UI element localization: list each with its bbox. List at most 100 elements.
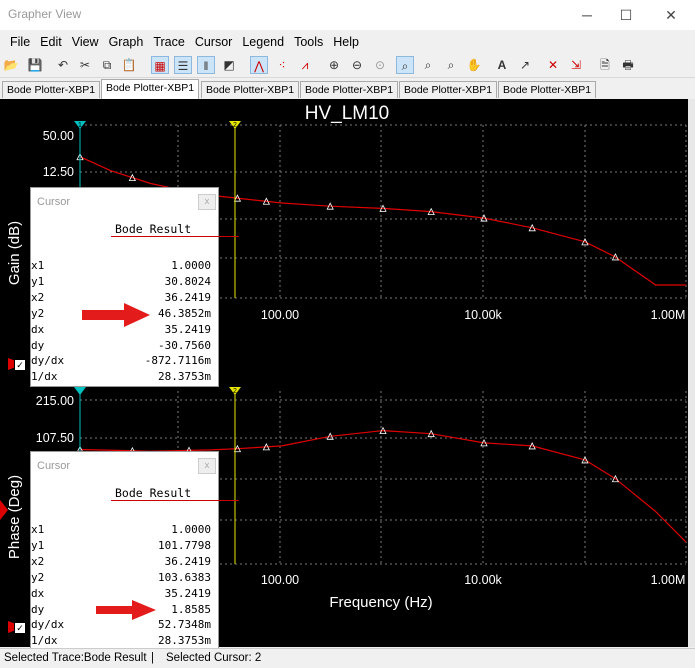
menu-trace[interactable]: Trace (148, 31, 190, 53)
tab-bode-plotter[interactable]: Bode Plotter-XBP1 (399, 81, 498, 98)
cursor-row-key: y1 (31, 538, 45, 552)
zoom-in-icon[interactable]: ⊕ (325, 56, 343, 74)
tab-bode-plotter[interactable]: Bode Plotter-XBP1 (2, 81, 101, 98)
export-icon[interactable]: ⇲ (567, 56, 585, 74)
line-trace-icon[interactable]: ⋀ (250, 56, 268, 74)
paste-icon[interactable]: 📋 (120, 56, 138, 74)
vertical-scrollbar[interactable] (688, 99, 695, 647)
zoom-y-icon[interactable]: ⌕ (442, 56, 460, 74)
trace-checkbox[interactable]: ✓ (14, 622, 26, 634)
menu-edit[interactable]: Edit (35, 31, 67, 53)
menu-help[interactable]: Help (328, 31, 364, 53)
plot-title: HV_LM10 (305, 103, 390, 124)
tab-bode-plotter[interactable]: Bode Plotter-XBP1 (498, 81, 597, 98)
menu-cursor[interactable]: Cursor (190, 31, 238, 53)
menu-tools[interactable]: Tools (289, 31, 328, 53)
minimize-button[interactable]: ─ (573, 4, 601, 26)
phase-axis-label: Phase (Deg) (6, 475, 23, 559)
phase-x-tick-label: 100.00 (261, 573, 299, 587)
cursor-row-key: dx (31, 586, 45, 600)
cursor-row-value: 46.3852m (158, 306, 211, 320)
cursor-row-key: y1 (31, 274, 45, 288)
save-icon[interactable]: 💾 (26, 56, 44, 74)
cursor-row-key: 1/dx (31, 370, 58, 384)
gain-tick-label: 50.00 (43, 129, 74, 143)
cursor-row-x1: x1 1.0000 (31, 259, 211, 274)
line-dots-trace-icon[interactable]: ⩘ (296, 56, 314, 74)
print-preview-icon[interactable]: 🗎 (596, 56, 614, 74)
phase-x-tick-label: 10.00k (464, 573, 502, 587)
tab-bode-plotter-active[interactable]: Bode Plotter-XBP1 (101, 79, 200, 99)
cursor-row-value: 35.2419 (164, 322, 211, 336)
zoom-x-icon[interactable]: ⌕ (419, 56, 437, 74)
zoom-out-icon[interactable]: ⊖ (348, 56, 366, 74)
zoom-area-icon[interactable]: ⊙ (371, 56, 389, 74)
tab-bode-plotter[interactable]: Bode Plotter-XBP1 (201, 81, 300, 98)
cursor-row-key: dy/dx (31, 354, 65, 368)
zoom-full-icon[interactable]: ⌕ (396, 56, 414, 74)
cursor-row-key: x1 (31, 259, 45, 272)
status-selected-cursor: Selected Cursor: 2 (166, 652, 262, 664)
copy-icon[interactable]: ⧉ (98, 56, 116, 74)
menu-bar: File Edit View Graph Trace Cursor Legend Tools H… (0, 31, 695, 53)
cursor-row-value: -872.7116m (144, 354, 211, 368)
gain-x-tick-label: 100.00 (261, 308, 299, 322)
result-underline (111, 236, 239, 237)
cut-icon[interactable]: ✂ (76, 56, 94, 74)
cursor-row-key: dx (31, 322, 45, 336)
close-button[interactable]: ✕ (657, 4, 685, 26)
cursor-row-value: -30.7560 (158, 338, 211, 352)
gain-x-tick-label: 1.00M (651, 308, 686, 322)
maximize-button[interactable]: ☐ (612, 4, 640, 26)
menu-legend[interactable]: Legend (237, 31, 289, 53)
legend-icon[interactable]: ☰ (174, 56, 192, 74)
tab-bar: Bode Plotter-XBP1 Bode Plotter-XBP1 Bode… (0, 79, 695, 99)
cursor-result-title: Bode Result (115, 486, 192, 500)
print-icon[interactable]: 🖶 (619, 56, 637, 74)
cursor-window-close-button[interactable]: x (198, 194, 216, 210)
reverse-colors-icon[interactable]: ◩ (220, 56, 238, 74)
trace-checkbox[interactable]: ✓ (14, 359, 26, 371)
open-icon[interactable]: 📂 (2, 56, 20, 74)
menu-file[interactable]: File (5, 31, 35, 53)
title-bar: Grapher View ─ ☐ ✕ (0, 0, 695, 30)
cursor-window-header: Cursor (37, 196, 71, 208)
cursor-row-value: 36.2419 (164, 554, 211, 568)
undo-icon[interactable]: ↶ (54, 56, 72, 74)
cursor-row-1-dx: 1/dx 28.3753m (31, 370, 211, 385)
cursor-2[interactable]: 2 2 (229, 121, 241, 564)
text-icon[interactable]: A (493, 56, 511, 74)
menu-view[interactable]: View (67, 31, 104, 53)
pan-icon[interactable]: ✋ (465, 56, 483, 74)
grid-icon[interactable]: ▦ (151, 56, 169, 74)
cursor-row-dy: dy -30.7560 (31, 339, 211, 354)
cursor-result-title: Bode Result (115, 222, 192, 236)
dots-trace-icon[interactable]: ⁖ (273, 56, 291, 74)
label-icon[interactable]: ↗ (516, 56, 534, 74)
cursor-row-value: 52.7348m (158, 618, 211, 632)
tab-bode-plotter[interactable]: Bode Plotter-XBP1 (300, 81, 399, 98)
cursor-row-value: 36.2419 (164, 290, 211, 304)
cursor-row-value: 1.0000 (171, 259, 211, 272)
cursor-row-x2: x2 36.2419 (31, 555, 211, 570)
x-axis-label: Frequency (Hz) (329, 594, 432, 611)
cursor-row-key: y2 (31, 570, 45, 584)
status-separator: | (151, 652, 154, 664)
cursors-icon[interactable]: ‖ (197, 56, 215, 74)
status-bar: Selected Trace:Bode Result | Selected Cu… (0, 648, 695, 668)
gain-x-tick-label: 10.00k (464, 308, 502, 322)
cursor-window-header: Cursor (37, 460, 71, 472)
scatter-icon[interactable]: ✕ (544, 56, 562, 74)
cursor-row-value: 103.6383 (158, 570, 211, 584)
phase-tick-label: 107.50 (36, 431, 74, 445)
annotation-arrow-gain (82, 303, 150, 327)
cursor-2-label: 2 (233, 122, 237, 129)
menu-graph[interactable]: Graph (104, 31, 149, 53)
cursor-row-value: 35.2419 (164, 586, 211, 600)
cursor-window-gain[interactable]: Cursor x Bode Result x1 1.0000 y1 30.8024 x2… (30, 187, 239, 387)
phase-tick-label: 215.00 (36, 394, 74, 408)
cursor-row-dy-dx: dy/dx 52.7348m (31, 618, 211, 633)
cursor-row-key: dy/dx (31, 618, 65, 632)
cursor-row-y1: y1 30.8024 (31, 275, 211, 290)
cursor-window-close-button[interactable]: x (198, 458, 216, 474)
